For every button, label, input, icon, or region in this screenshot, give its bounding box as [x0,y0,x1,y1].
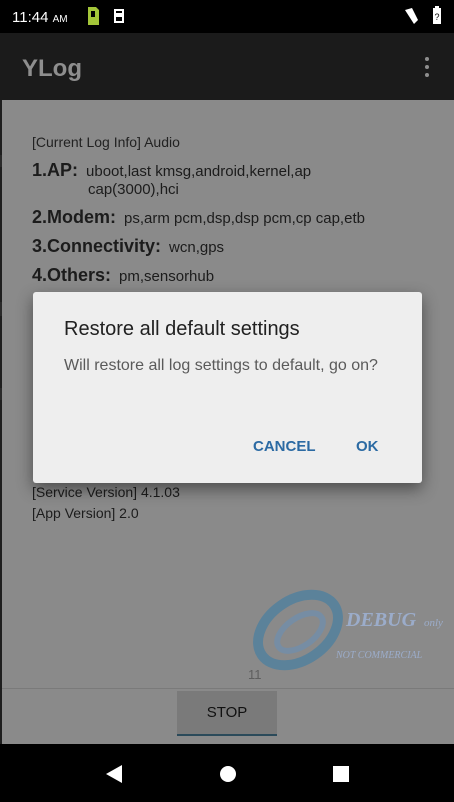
ok-button[interactable]: OK [350,437,385,456]
app-title: YLog [22,55,82,82]
svg-text:?: ? [434,12,439,22]
log-row-label: 1.AP: [32,160,79,180]
log-row-others: 4.Others: pm,sensorhub [32,265,214,286]
log-row-value-cont: cap(3000),hci [88,181,179,198]
log-row-label: 4.Others: [32,265,112,285]
log-row-value: ps,arm pcm,dsp,dsp pcm,cp cap,etb [124,210,365,227]
log-row-label: 2.Modem: [32,207,117,227]
battery-icon: ? [433,6,441,24]
service-version: [Service Version] 4.1.03 [32,484,180,500]
navigation-bar [0,744,454,802]
dialog-message: Will restore all log settings to default… [64,357,378,374]
log-row-value: pm,sensorhub [119,268,215,285]
menu-dots-icon[interactable] [424,57,430,79]
current-log-info: [Current Log Info] Audio [32,134,180,150]
watermark-debug-text: DEBUG [345,609,417,631]
app-bar: YLog [0,33,454,100]
dialog-title: Restore all default settings [64,318,300,340]
log-row-value: uboot,last kmsg,android,kernel,ap [86,163,312,180]
status-time: 11:44 AM [12,9,68,26]
recents-icon[interactable] [333,766,349,782]
sd-card-icon [88,7,99,25]
back-icon[interactable] [104,764,124,784]
edge-marker [0,388,2,400]
watermark-only-text: only [424,617,443,629]
version-block: [Service Version] 4.1.03 [App Version] 2… [32,482,180,524]
status-time-ampm: AM [52,14,68,25]
status-time-value: 11:44 [12,9,49,26]
home-icon[interactable] [219,765,237,783]
log-row-label: 3.Connectivity: [32,236,162,256]
restore-defaults-dialog: Restore all default settings Will restor… [33,292,422,483]
usb-debug-icon [114,9,124,23]
page-count: 11 [248,667,262,682]
app-version: [App Version] 2.0 [32,505,139,521]
edge-marker [0,302,2,316]
stop-button[interactable]: STOP [177,691,277,736]
status-bar: 11:44 AM ? [0,0,454,33]
edge-marker [0,155,2,167]
watermark-noncommercial-text: NOT COMMERCIAL [335,650,423,661]
log-row-value: wcn,gps [169,239,225,256]
log-row-modem: 2.Modem: ps,arm pcm,dsp,dsp pcm,cp cap,et… [32,207,365,228]
cancel-button[interactable]: CANCEL [247,437,322,456]
log-row-connectivity: 3.Connectivity: wcn,gps [32,236,224,257]
log-row-ap: 1.AP: uboot,last kmsg,android,kernel,ap c… [32,160,311,198]
debug-watermark-logo: DEBUG only NOT COMMERCIAL [253,589,443,671]
signal-icon [405,8,418,24]
